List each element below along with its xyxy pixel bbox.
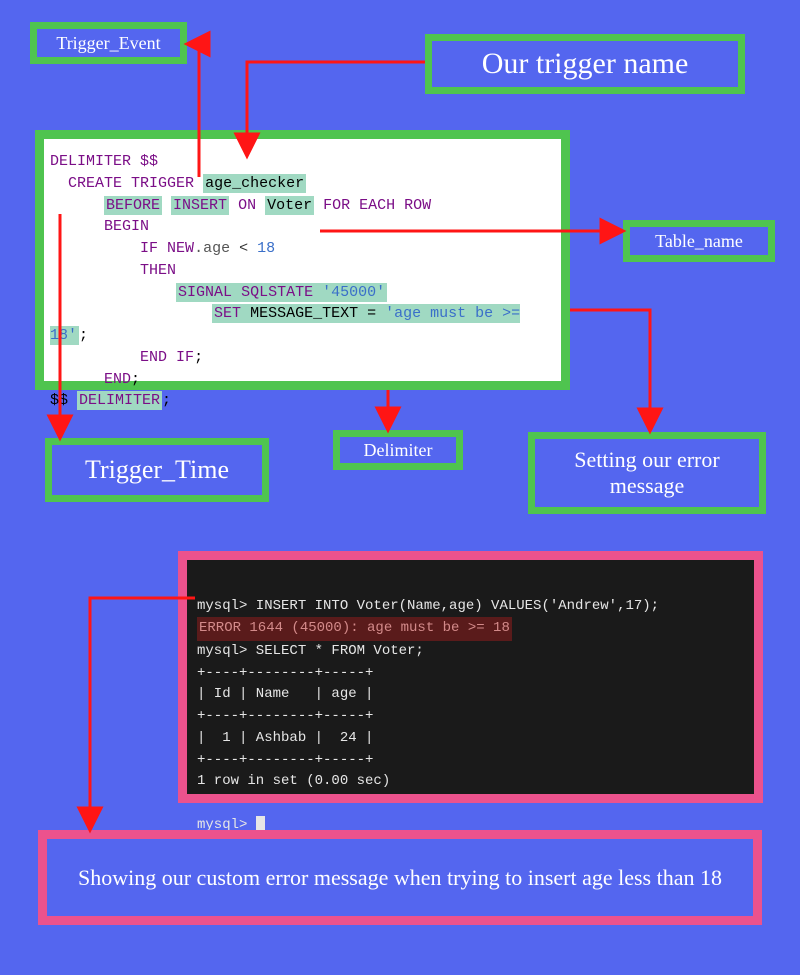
label-text: Setting our error message	[535, 447, 759, 499]
mysql-terminal: mysql> INSERT INTO Voter(Name,age) VALUE…	[178, 551, 763, 803]
label-text: Delimiter	[364, 440, 433, 461]
label-table-name: Table_name	[623, 220, 775, 262]
label-trigger-time: Trigger_Time	[45, 438, 269, 502]
sql-code-block: DELIMITER $$ CREATE TRIGGER age_checker …	[35, 130, 570, 390]
label-error-setting: Setting our error message	[528, 432, 766, 514]
label-text: Trigger_Event	[56, 33, 160, 54]
label-trigger-name: Our trigger name	[425, 34, 745, 94]
caption-text: Showing our custom error message when tr…	[78, 865, 722, 891]
caption-box: Showing our custom error message when tr…	[38, 830, 762, 925]
label-text: Trigger_Time	[85, 455, 229, 485]
label-trigger-event: Trigger_Event	[30, 22, 187, 64]
label-text: Table_name	[655, 231, 743, 252]
label-delimiter: Delimiter	[333, 430, 463, 470]
label-text: Our trigger name	[482, 47, 689, 81]
